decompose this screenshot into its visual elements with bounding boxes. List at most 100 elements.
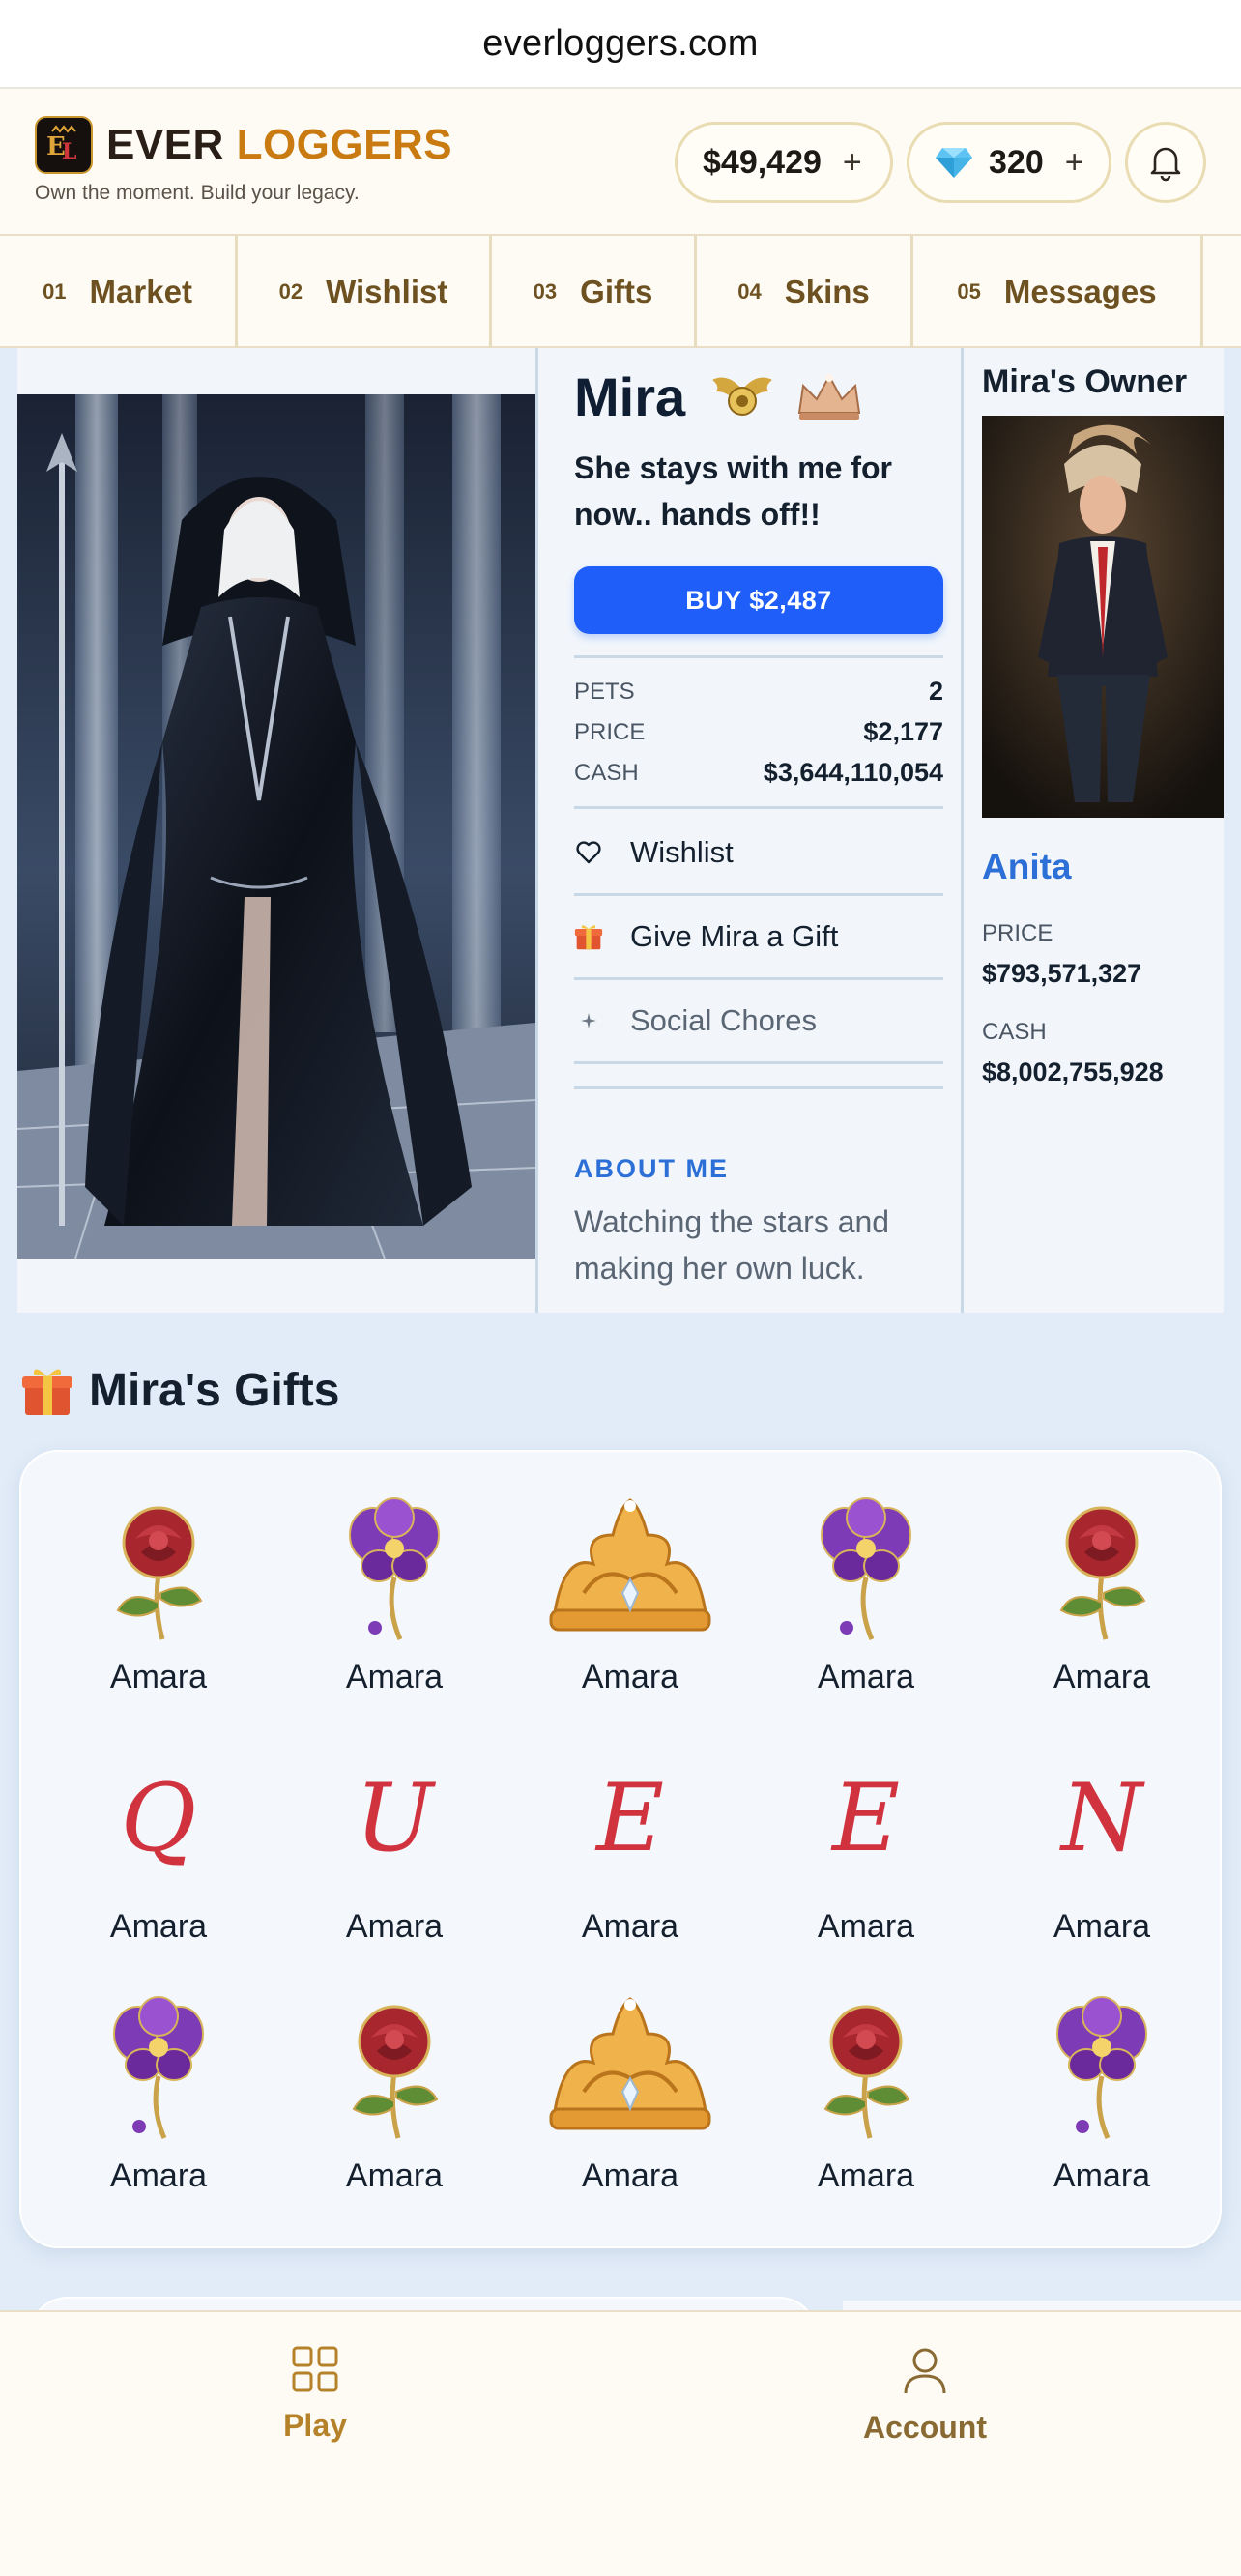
letter-gift-icon: E — [831, 1764, 901, 1872]
gift-sender-label: Amara — [1053, 1908, 1151, 1945]
gift-item[interactable]: Amara — [769, 1985, 963, 2217]
user-icon — [901, 2345, 949, 2395]
orchid-gift-icon — [298, 1487, 491, 1651]
add-cash-icon: + — [842, 143, 862, 181]
browser-url-bar[interactable]: everloggers.com — [0, 0, 1241, 89]
grid-icon — [291, 2345, 339, 2393]
brand-name: EVER LOGGERS — [106, 121, 453, 168]
tab-skins[interactable]: 04 Skins — [697, 236, 913, 348]
pet-badges — [708, 370, 865, 424]
pet-status-quote: She stays with me for now.. hands off!! — [574, 450, 892, 532]
gift-sender-label: Amara — [1053, 2157, 1151, 2194]
give-gift-action[interactable]: Give Mira a Gift — [574, 896, 943, 977]
stat-row-pets: PETS 2 — [574, 677, 943, 706]
divider — [574, 655, 943, 658]
gift-icon — [574, 920, 603, 953]
column-divider — [535, 348, 538, 1313]
gift-sender-label: Amara — [817, 2157, 915, 2194]
gems-balance: 320 — [989, 143, 1044, 181]
tab-messages[interactable]: 05 Messages — [913, 236, 1203, 348]
orchid-gift-icon — [1005, 1985, 1198, 2150]
pet-info-panel: Mira She stays with me for now.. hands o… — [555, 348, 961, 1313]
buy-button[interactable]: BUY $2,487 — [574, 566, 943, 634]
divider — [574, 1086, 943, 1089]
sparkle-icon — [574, 1012, 603, 1029]
gift-item[interactable]: Amara — [1005, 1487, 1198, 1719]
letter-gift-icon: Q — [120, 1764, 197, 1872]
gift-item[interactable]: Amara — [298, 1985, 491, 2217]
orchid-gift-icon — [62, 1985, 255, 2150]
brand-logo[interactable]: E L EVER LOGGERS — [35, 116, 452, 174]
gift-item[interactable]: E Amara — [769, 1736, 963, 1968]
rose-gold-crown-badge-icon — [794, 370, 865, 424]
notifications-button[interactable] — [1125, 122, 1206, 203]
gift-item[interactable]: Amara — [534, 1985, 727, 2217]
gift-item[interactable]: Amara — [534, 1487, 727, 1719]
bottom-navigation: Play Account — [0, 2310, 1241, 2576]
letter-gift-icon: U — [355, 1764, 434, 1872]
gift-sender-label: Amara — [1053, 1659, 1151, 1695]
gift-sender-label: Amara — [345, 1659, 444, 1695]
gift-sender-label: Amara — [345, 1908, 444, 1945]
cash-balance: $49,429 — [703, 143, 822, 181]
gift-item[interactable]: Amara — [769, 1487, 963, 1719]
gift-item[interactable]: Q Amara — [62, 1736, 255, 1968]
stat-row-price: PRICE $2,177 — [574, 717, 943, 746]
owner-name-link[interactable]: Anita — [982, 847, 1072, 887]
url-text: everloggers.com — [482, 22, 759, 64]
nav-account[interactable]: Account — [828, 2345, 1022, 2446]
tab-market[interactable]: 01 Market — [0, 236, 238, 348]
column-divider — [961, 348, 964, 1313]
owner-price-label: PRICE — [982, 920, 1053, 946]
gift-item[interactable]: Amara — [1005, 1985, 1198, 2217]
gift-sender-label: Amara — [817, 1908, 915, 1945]
add-gems-icon: + — [1064, 143, 1084, 181]
gift-item[interactable]: E Amara — [534, 1736, 727, 1968]
social-chores-action[interactable]: Social Chores — [574, 980, 943, 1061]
gifts-section-title: Mira's Gifts — [19, 1363, 339, 1417]
gift-item[interactable]: N Amara — [1005, 1736, 1198, 1968]
about-text: Watching the stars and making her own lu… — [574, 1204, 890, 1286]
gift-sender-label: Amara — [581, 1659, 679, 1695]
profile-card: Mira She stays with me for now.. hands o… — [17, 348, 1224, 1313]
rose-gift-icon — [298, 1985, 491, 2150]
gift-icon — [19, 1363, 75, 1417]
app-header: E L EVER LOGGERS Own the moment. Build y… — [0, 89, 1241, 236]
gift-sender-label: Amara — [109, 1908, 208, 1945]
gift-item[interactable]: Amara — [62, 1985, 255, 2217]
tab-wishlist[interactable]: 02 Wishlist — [238, 236, 492, 348]
owner-portrait-image[interactable] — [982, 416, 1224, 818]
gift-sender-label: Amara — [581, 2157, 679, 2194]
gift-sender-label: Amara — [345, 2157, 444, 2194]
gems-balance-button[interactable]: 320 + — [907, 122, 1111, 203]
crown-gift-icon — [534, 1985, 727, 2150]
section-tabs: 01 Market 02 Wishlist 03 Gifts 04 Skins 05 Me… — [0, 236, 1241, 348]
rose-gift-icon — [1005, 1487, 1198, 1651]
wishlist-action[interactable]: Wishlist — [574, 812, 943, 893]
pet-portrait-image[interactable] — [17, 394, 535, 1259]
gift-item[interactable]: U Amara — [298, 1736, 491, 1968]
gifts-grid: Amara Amara Amara Amara Amara Q Amara U Amara E Am… — [19, 1450, 1222, 2248]
owner-panel: Mira's Owner Anita PRICE $793,571,327 CA… — [967, 348, 1224, 1313]
heart-icon — [574, 841, 603, 864]
brand-tagline: Own the moment. Build your legacy. — [35, 182, 360, 204]
owner-title: Mira's Owner — [982, 363, 1188, 400]
orchid-gift-icon — [769, 1487, 963, 1651]
gift-sender-label: Amara — [581, 1908, 679, 1945]
diamond-icon — [935, 146, 973, 179]
stat-row-cash: CASH $3,644,110,054 — [574, 758, 943, 787]
owner-price-value: $793,571,327 — [982, 959, 1142, 988]
svg-text:L: L — [62, 139, 76, 164]
gift-item[interactable]: Amara — [298, 1487, 491, 1719]
gift-sender-label: Amara — [109, 1659, 208, 1695]
tab-gifts[interactable]: 03 Gifts — [492, 236, 697, 348]
bell-icon — [1147, 143, 1184, 182]
owner-cash-label: CASH — [982, 1019, 1047, 1045]
about-heading: ABOUT ME — [574, 1154, 729, 1183]
nav-play[interactable]: Play — [218, 2345, 412, 2444]
cash-balance-button[interactable]: $49,429 + — [675, 122, 893, 203]
crown-gift-icon — [534, 1487, 727, 1651]
letter-gift-icon: E — [595, 1764, 665, 1872]
pet-name: Mira — [574, 366, 686, 427]
gift-item[interactable]: Amara — [62, 1487, 255, 1719]
